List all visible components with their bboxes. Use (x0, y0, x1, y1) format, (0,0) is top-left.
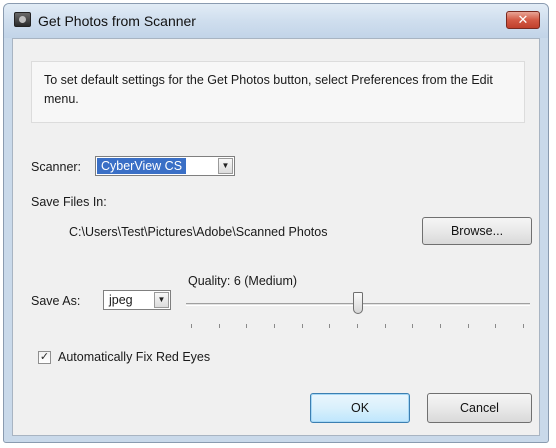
camera-icon (14, 12, 31, 27)
slider-tick (523, 324, 524, 328)
scanner-select-value: CyberView CS (97, 158, 187, 174)
window-title: Get Photos from Scanner (38, 13, 196, 29)
slider-tick (302, 324, 303, 328)
save-as-select[interactable]: jpeg ▼ (103, 290, 171, 310)
slider-tick (246, 324, 247, 328)
quality-slider-thumb[interactable] (353, 292, 363, 314)
info-text: To set default settings for the Get Phot… (44, 73, 493, 106)
slider-tick (385, 324, 386, 328)
slider-tick (329, 324, 330, 328)
dialog-body: To set default settings for the Get Phot… (12, 38, 540, 436)
save-as-label: Save As: (31, 294, 81, 308)
slider-tick (468, 324, 469, 328)
slider-tick (440, 324, 441, 328)
dialog-window: Get Photos from Scanner ✕ To set default… (3, 3, 549, 443)
save-path-text: C:\Users\Test\Pictures\Adobe\Scanned Pho… (69, 225, 328, 239)
close-button[interactable]: ✕ (506, 11, 540, 29)
slider-tick (412, 324, 413, 328)
chevron-down-icon[interactable]: ▼ (154, 292, 169, 308)
save-as-select-value: jpeg (109, 293, 133, 307)
slider-tick (219, 324, 220, 328)
red-eye-label[interactable]: Automatically Fix Red Eyes (58, 350, 210, 364)
scanner-select[interactable]: CyberView CS ▼ (95, 156, 235, 176)
quality-label: Quality: 6 (Medium) (188, 274, 298, 288)
chevron-down-icon[interactable]: ▼ (218, 158, 233, 174)
slider-tick (274, 324, 275, 328)
slider-tick (191, 324, 192, 328)
scanner-label: Scanner: (31, 160, 82, 174)
browse-button[interactable]: Browse... (422, 217, 532, 245)
ok-button[interactable]: OK (310, 393, 410, 423)
red-eye-checkbox[interactable]: ✓ (38, 351, 51, 364)
info-panel: To set default settings for the Get Phot… (31, 61, 525, 123)
title-bar[interactable]: Get Photos from Scanner ✕ (4, 4, 548, 38)
slider-tick (357, 324, 358, 328)
cancel-button[interactable]: Cancel (427, 393, 532, 423)
slider-tick (495, 324, 496, 328)
save-files-label: Save Files In: (31, 195, 107, 209)
